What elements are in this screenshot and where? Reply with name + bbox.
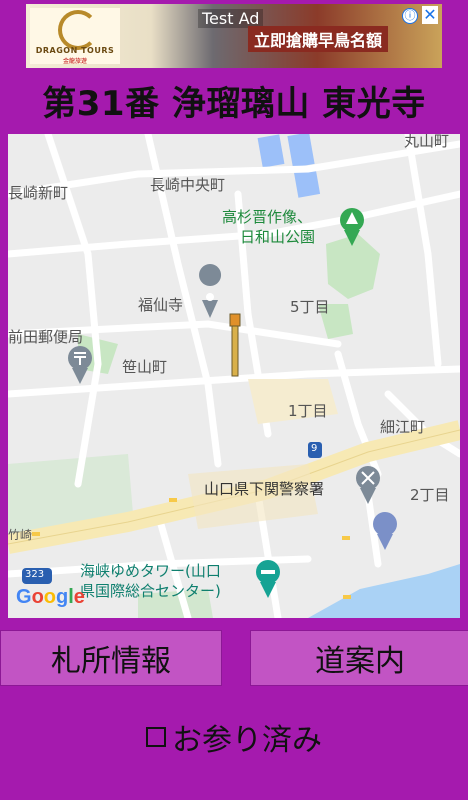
sea-area <box>308 564 460 618</box>
page-title: 第31番 浄瑠璃山 東光寺 <box>42 84 426 124</box>
ad-brand-sub: 金龍旅遊 <box>62 58 87 65</box>
map-label: 長崎新町 <box>8 184 69 202</box>
ad-banner[interactable]: DRAGON TOURS 金龍旅遊 Test Ad 立即搶購早鳥名額 ⓘ ✕ <box>26 4 442 68</box>
map-label: 海峡ゆめタワー(山口 <box>80 562 221 580</box>
map-label: 山口県下関警察署 <box>204 480 325 498</box>
ad-headline[interactable]: 立即搶購早鳥名額 <box>248 26 389 52</box>
google-logo: Google <box>16 586 85 608</box>
map-label: 1丁目 <box>288 402 328 420</box>
map-label: 高杉晋作像、 <box>222 208 313 226</box>
map-label: 福仙寺 <box>138 296 184 314</box>
post-pin <box>68 346 92 384</box>
map-label: 丸山町 <box>404 134 450 150</box>
map-label: 前田郵便局 <box>8 328 84 346</box>
dragon-icon <box>58 10 98 50</box>
water-area <box>287 134 315 168</box>
fukusenji-pin <box>199 264 222 318</box>
close-icon[interactable]: ✕ <box>422 6 438 24</box>
route-badge: 9 <box>311 443 318 454</box>
map-label: 竹崎 <box>8 528 33 542</box>
map-label: 長崎中央町 <box>150 176 226 194</box>
map-label: 県国際総合センター) <box>80 582 221 600</box>
info-icon[interactable]: ⓘ <box>402 8 418 24</box>
map-label: 細江町 <box>380 418 426 436</box>
directions-button[interactable]: 道案内 <box>250 630 468 686</box>
ad-brand: DRAGON TOURS <box>35 46 115 55</box>
map-view[interactable]: 長崎新町 長崎中央町 丸山町 高杉晋作像、 日和山公園 福仙寺 5丁目 前田郵便… <box>8 134 460 618</box>
route-badge: 323 <box>25 569 45 580</box>
police-pin <box>356 466 380 504</box>
visited-toggle[interactable]: お参り済み <box>0 712 468 762</box>
temple-info-button[interactable]: 札所情報 <box>0 630 222 686</box>
visited-label: お参り済み <box>172 723 322 758</box>
ad-logo: DRAGON TOURS 金龍旅遊 <box>30 8 120 65</box>
map-label: 日和山公園 <box>240 228 316 246</box>
temple-marker <box>229 313 241 377</box>
map-label: 2丁目 <box>410 486 450 504</box>
water-area <box>257 134 285 168</box>
map-label: 笹山町 <box>122 358 168 376</box>
visited-checkbox[interactable] <box>146 727 166 747</box>
map-label: 5丁目 <box>290 298 330 316</box>
